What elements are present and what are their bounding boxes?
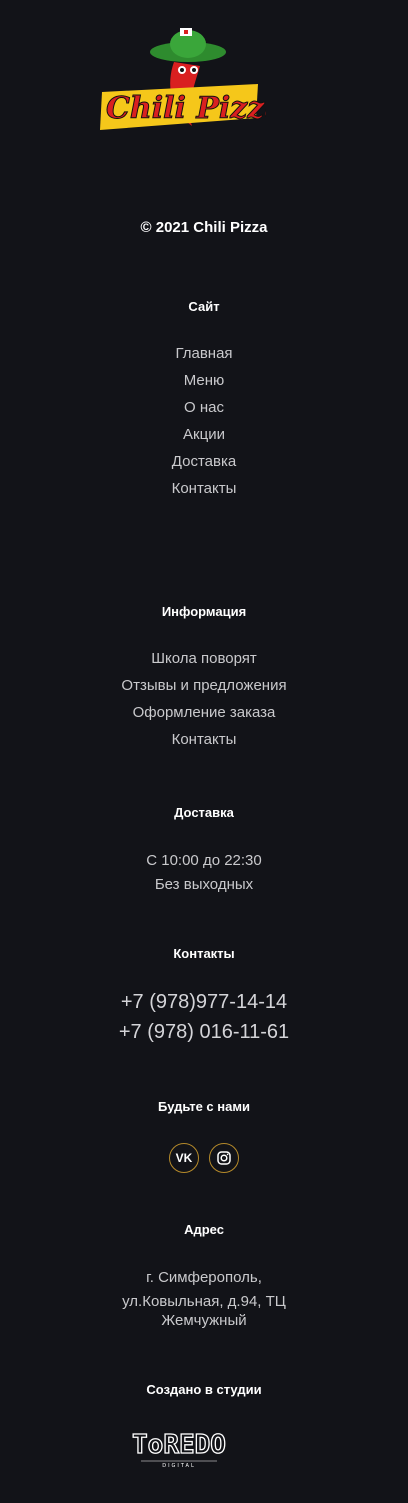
instagram-glyph — [217, 1151, 231, 1165]
svg-text:Chili Pizza: Chili Pizza — [106, 91, 266, 126]
address-heading: Адрес — [184, 1222, 224, 1237]
address-line-1: г. Симферополь, — [146, 1269, 262, 1286]
site-link-about[interactable]: О нас — [184, 394, 224, 421]
social-heading: Будьте с нами — [158, 1099, 250, 1114]
social-links: VK — [0, 1143, 408, 1173]
delivery-hours: С 10:00 до 22:30 — [146, 852, 262, 869]
site-links: Главная Меню О нас Акции Доставка Контак… — [0, 340, 408, 502]
contacts-heading: Контакты — [173, 946, 235, 961]
copyright: © 2021 Chili Pizza — [140, 219, 268, 236]
info-heading: Информация — [161, 604, 247, 619]
instagram-icon[interactable] — [209, 1143, 239, 1173]
site-heading: Сайт — [188, 299, 220, 314]
delivery-days: Без выходных — [154, 876, 254, 893]
svg-text:ToREDO: ToREDO — [132, 1430, 226, 1460]
info-link-contacts[interactable]: Контакты — [172, 726, 237, 753]
info-link-school[interactable]: Школа поворят — [151, 645, 257, 672]
phone-2[interactable]: +7 (978) 016-11-61 — [0, 1017, 408, 1047]
phone-1[interactable]: +7 (978)977-14-14 — [0, 987, 408, 1017]
svg-text:DIGITAL: DIGITAL — [162, 1463, 196, 1469]
chili-pizza-logo[interactable]: Chili Pizza — [96, 22, 284, 137]
site-link-home[interactable]: Главная — [175, 340, 232, 367]
info-link-reviews[interactable]: Отзывы и предложения — [121, 672, 286, 699]
studio-heading: Создано в студии — [146, 1382, 262, 1397]
info-links: Школа поворят Отзывы и предложения Оформ… — [0, 645, 408, 753]
toredo-studio-logo[interactable]: ToREDO DIGITAL — [129, 1425, 229, 1469]
site-link-contacts[interactable]: Контакты — [172, 475, 237, 502]
delivery-heading: Доставка — [174, 805, 234, 820]
logo-image: Chili Pizza — [100, 28, 284, 130]
site-link-promotions[interactable]: Акции — [183, 421, 225, 448]
vk-icon[interactable]: VK — [169, 1143, 199, 1173]
info-link-order[interactable]: Оформление заказа — [133, 699, 276, 726]
site-link-menu[interactable]: Меню — [184, 367, 225, 394]
site-link-delivery[interactable]: Доставка — [172, 448, 236, 475]
address-line-3: Жемчужный — [161, 1312, 247, 1329]
studio-logo-image: ToREDO DIGITAL — [131, 1429, 226, 1469]
